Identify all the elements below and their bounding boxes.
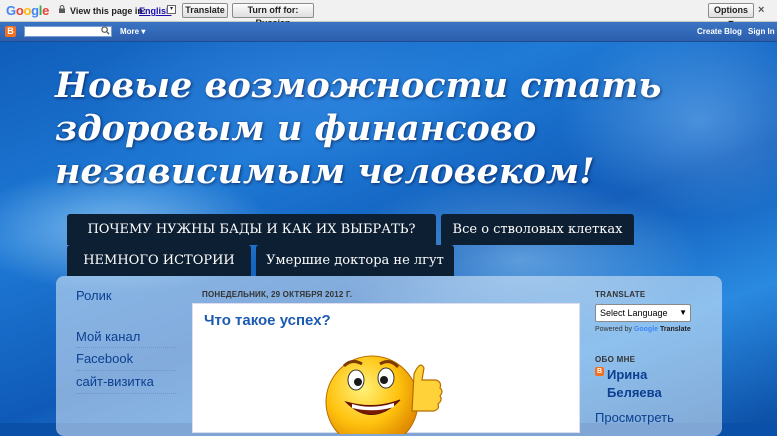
tab-history[interactable]: НЕМНОГО ИСТОРИИ [67,245,251,276]
turn-off-button[interactable]: Turn off for: Russian [232,3,314,28]
sidebar-link-business-card[interactable]: сайт-визитка [76,374,154,389]
post-date: ПОНЕДЕЛЬНИК, 29 ОКТЯБРЯ 2012 Г. [202,290,353,299]
lock-icon [59,5,65,13]
google-logo-small: Google [633,326,659,333]
sign-in-link[interactable]: Sign In [748,27,775,36]
blog-title[interactable]: Новые возможности стать здоровым и финан… [55,64,695,193]
search-icon[interactable] [101,26,110,37]
more-menu[interactable]: More ▾ [120,27,145,36]
close-icon[interactable]: × [758,4,764,16]
sidebar-link-video[interactable]: Ролик [76,288,112,303]
view-page-text: View this page in: [70,6,146,16]
create-blog-link[interactable]: Create Blog [697,27,742,36]
chevron-down-icon: ▼ [679,308,687,317]
divider [76,393,176,395]
powered-by-text: Powered by [595,326,632,333]
divider [76,347,176,349]
language-select[interactable]: Select Language ▼ [595,304,691,322]
divider [76,370,176,372]
about-me-heading: ОБО МНЕ [595,355,636,364]
translate-button[interactable]: Translate [182,3,228,18]
smiley-thumbs-up-image [325,355,443,434]
language-select-value: Select Language [600,308,668,318]
blogger-navbar: B More ▾ Create Blog Sign In [0,22,777,42]
search-input[interactable] [24,26,112,37]
google-logo: Google [6,3,50,18]
profile-first-name: Ирина [607,367,648,382]
tab-why-supplements[interactable]: ПОЧЕМУ НУЖНЫ БАДЫ И КАК ИХ ВЫБРАТЬ? [67,214,436,245]
sidebar-link-facebook[interactable]: Facebook [76,351,133,366]
powered-by-google-translate: Powered by Google Translate [595,326,691,333]
tab-stem-cells[interactable]: Все о стволовых клетках [441,214,634,245]
blogger-logo-icon[interactable]: B [5,26,16,37]
language-dropdown-icon[interactable]: ▾ [167,5,176,14]
translate-heading: TRANSLATE [595,290,646,299]
profile-last-name: Беляева [607,385,662,400]
post-title[interactable]: Что такое успех? [204,312,331,329]
profile-name-link[interactable]: Ирина Беляева [607,366,662,402]
google-translate-bar: Google View this page in: English ▾ Tran… [0,0,777,28]
translate-text: Translate [660,326,691,333]
blogger-profile-icon: B [595,367,604,376]
sidebar-link-my-channel[interactable]: Мой канал [76,329,140,344]
options-button[interactable]: Options ▼ [708,3,754,28]
tab-dead-doctors[interactable]: Умершие доктора не лгут [256,245,454,276]
